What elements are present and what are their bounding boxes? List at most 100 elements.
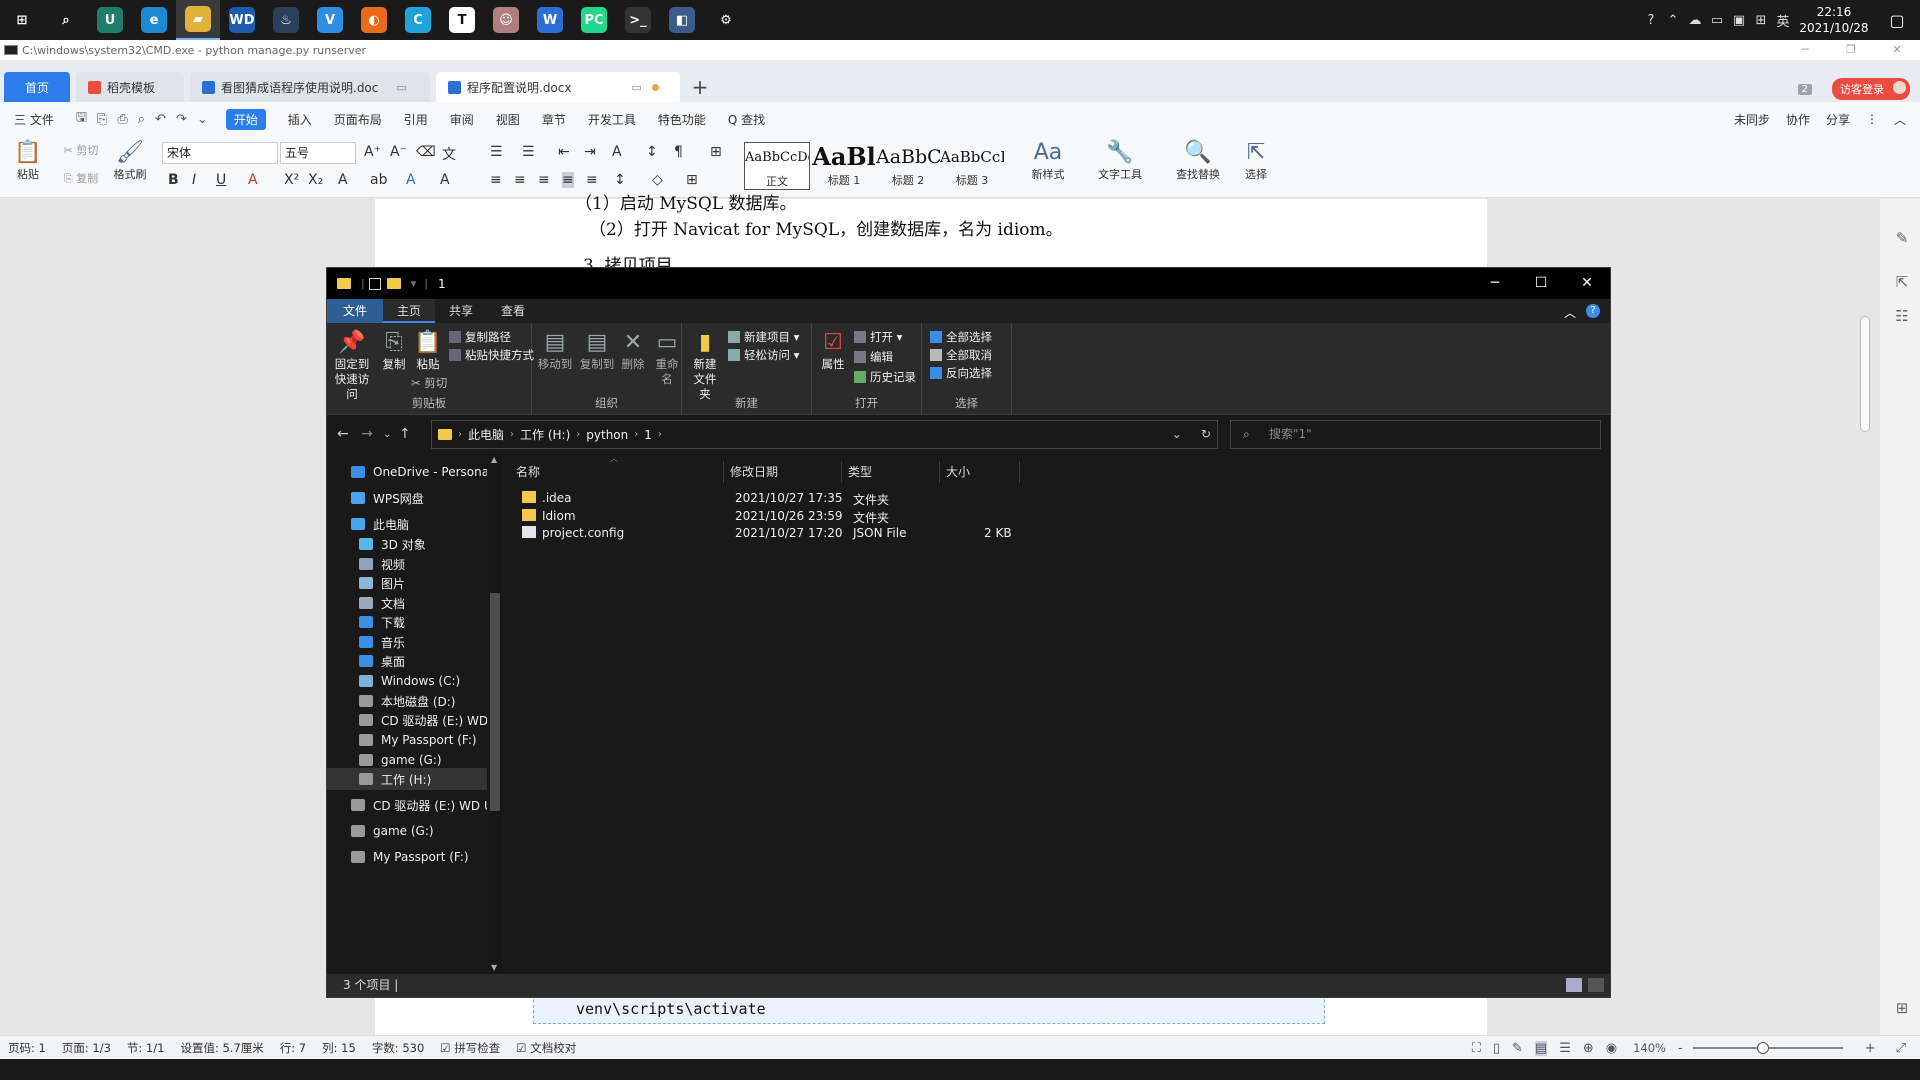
move-to-button[interactable]: ▤ 移动到 bbox=[536, 329, 574, 372]
export-icon[interactable]: ⎘ bbox=[97, 112, 107, 127]
clock[interactable]: 22:16 2021/10/28 bbox=[1794, 4, 1874, 36]
menu-file[interactable]: 三 文件 bbox=[14, 111, 54, 128]
collaborate-button[interactable]: 协作 bbox=[1786, 111, 1810, 128]
write-mode-icon[interactable]: ✎ bbox=[1512, 1041, 1523, 1056]
column-name[interactable]: 名称 bbox=[512, 461, 724, 483]
details-view-icon[interactable] bbox=[1566, 978, 1582, 992]
menu-dev-tools[interactable]: 开发工具 bbox=[588, 111, 636, 128]
scroll-up-icon[interactable]: ▲ bbox=[491, 455, 497, 464]
align-center-icon[interactable]: ≡ bbox=[514, 172, 526, 188]
tab-config-doc[interactable]: 程序配置说明.docx ▭ bbox=[436, 72, 680, 102]
borders-icon[interactable]: ⊞ bbox=[686, 172, 698, 188]
column-type[interactable]: 类型 bbox=[844, 461, 940, 483]
refresh-icon[interactable]: ↻ bbox=[1201, 427, 1211, 441]
decrease-indent-icon[interactable]: ⇤ bbox=[558, 144, 570, 160]
expand-ribbon-icon[interactable]: ︿ bbox=[1564, 304, 1576, 321]
share-button[interactable]: 分享 bbox=[1826, 111, 1850, 128]
copy-button[interactable]: ⎘ 复制 bbox=[379, 329, 409, 372]
cmd-window-title[interactable]: C:\windows\system32\CMD.exe - python man… bbox=[0, 40, 1920, 60]
tab-view[interactable]: 查看 bbox=[487, 299, 539, 323]
menu-review[interactable]: 审阅 bbox=[450, 111, 474, 128]
style-heading-2[interactable]: AaBbC 标题 2 bbox=[876, 142, 940, 190]
print-preview-icon[interactable]: ⌕ bbox=[138, 112, 145, 127]
menu-insert[interactable]: 插入 bbox=[288, 111, 312, 128]
strikethrough-icon[interactable]: A bbox=[248, 172, 258, 188]
tab-home[interactable]: 主页 bbox=[383, 299, 436, 323]
column-size[interactable]: 大小 bbox=[942, 461, 1020, 483]
increase-indent-icon[interactable]: ⇥ bbox=[584, 144, 596, 160]
explorer-title-bar[interactable]: | ▾ | 1 ─ ☐ ✕ bbox=[327, 268, 1610, 299]
file-row[interactable]: project.config 2021/10/27 17:20 JSON File 2… bbox=[502, 524, 1610, 544]
filter-settings-icon[interactable]: ☷ bbox=[1892, 307, 1912, 327]
web-view-icon[interactable]: ⊕ bbox=[1583, 1041, 1594, 1056]
properties-button[interactable]: ☑ 属性 bbox=[816, 329, 850, 372]
document-scrollbar-thumb[interactable] bbox=[1860, 316, 1870, 432]
select-none-button[interactable]: 全部取消 bbox=[930, 347, 992, 363]
font-name-select[interactable]: 宋体 bbox=[162, 142, 278, 164]
read-mode-icon[interactable]: ▯ bbox=[1493, 1041, 1500, 1056]
grid-icon[interactable]: ⊞ bbox=[1892, 999, 1912, 1019]
monitor-icon[interactable]: ▭ bbox=[396, 81, 406, 94]
redo-icon[interactable]: ↷ bbox=[176, 112, 187, 127]
help-icon[interactable]: ? bbox=[1640, 13, 1662, 28]
battery-icon[interactable]: ▭ bbox=[1706, 13, 1728, 28]
minimize-icon[interactable]: ─ bbox=[1782, 40, 1828, 60]
style-normal[interactable]: AaBbCcDd 正文 bbox=[744, 142, 810, 190]
cut-button[interactable]: ✂ 剪切 bbox=[56, 142, 106, 158]
scroll-down-icon[interactable]: ▼ bbox=[491, 963, 497, 972]
help-icon[interactable]: ? bbox=[1586, 304, 1600, 318]
zoom-level[interactable]: 140% bbox=[1633, 1041, 1666, 1055]
breadcrumb-this-pc[interactable]: 此电脑 bbox=[468, 426, 504, 443]
tab-count-badge[interactable]: 2 bbox=[1797, 83, 1812, 95]
chevron-down-icon[interactable]: ⌄ bbox=[1172, 427, 1182, 441]
pin-quick-access-button[interactable]: 📌 固定到快速访问 bbox=[331, 329, 373, 402]
nav-item[interactable]: WPS网盘 bbox=[327, 487, 487, 509]
text-effect-icon[interactable]: A bbox=[338, 172, 348, 188]
justify-icon[interactable]: ≡ bbox=[562, 172, 574, 188]
maximize-icon[interactable]: ☐ bbox=[1518, 268, 1564, 299]
network-icon[interactable]: ▣ bbox=[1728, 13, 1750, 28]
v-app-taskbar-icon[interactable]: V bbox=[308, 0, 352, 40]
restore-icon[interactable]: ❐ bbox=[1828, 40, 1874, 60]
paste-button[interactable]: 📋 粘贴 bbox=[413, 329, 443, 372]
page-view-icon[interactable]: ▤ bbox=[1534, 1040, 1548, 1056]
new-tab-button[interactable]: + bbox=[686, 72, 714, 102]
steam-taskbar-icon[interactable]: ♨ bbox=[264, 0, 308, 40]
search-taskbar-icon[interactable]: ⌕ bbox=[44, 0, 88, 40]
align-right-icon[interactable]: ≡ bbox=[538, 172, 550, 188]
eye-protect-icon[interactable]: ◉ bbox=[1606, 1041, 1617, 1056]
history-button[interactable]: 历史记录 bbox=[854, 369, 916, 385]
pycharm-taskbar-icon[interactable]: PC bbox=[572, 0, 616, 40]
zoom-slider-knob[interactable] bbox=[1757, 1042, 1770, 1054]
file-explorer-window[interactable]: | ▾ | 1 ─ ☐ ✕ 文件 主页 共享 查看 ︿ ? 📌 固定到快速访问 … bbox=[326, 267, 1611, 998]
style-heading-3[interactable]: AaBbCcI 标题 3 bbox=[940, 142, 1004, 190]
menu-find[interactable]: Q 查找 bbox=[728, 111, 765, 128]
grow-font-icon[interactable]: A⁺ bbox=[364, 144, 381, 160]
app-u-taskbar-icon[interactable]: U bbox=[88, 0, 132, 40]
close-icon[interactable]: ✕ bbox=[1874, 40, 1920, 60]
back-arrow-icon[interactable]: ← bbox=[337, 426, 349, 442]
style-heading-1[interactable]: AaBl 标题 1 bbox=[812, 142, 876, 190]
table-border-icon[interactable]: ⊞ bbox=[710, 144, 722, 160]
speaker-icon[interactable]: ⊞ bbox=[1750, 13, 1772, 28]
tab-file[interactable]: 文件 bbox=[327, 299, 384, 323]
tab-docer[interactable]: 稻壳模板 bbox=[76, 72, 184, 102]
cmd-taskbar-icon[interactable]: >_ bbox=[616, 0, 660, 40]
nav-item[interactable]: 工作 (H:) bbox=[327, 768, 487, 790]
nav-item[interactable]: Windows (C:) bbox=[327, 670, 487, 692]
print-icon[interactable]: ⎙ bbox=[117, 112, 127, 127]
column-date-modified[interactable]: 修改日期 bbox=[726, 461, 842, 483]
distributed-icon[interactable]: ≡ bbox=[586, 172, 598, 188]
new-folder-button[interactable]: ▮ 新建文件夹 bbox=[686, 329, 724, 402]
nav-item[interactable]: 此电脑 bbox=[327, 513, 487, 535]
shrink-font-icon[interactable]: A⁻ bbox=[390, 144, 407, 160]
highlight-icon[interactable]: ab bbox=[370, 172, 387, 188]
copy-to-button[interactable]: ▤ 复制到 bbox=[578, 329, 616, 372]
breadcrumb-1[interactable]: 1 bbox=[644, 428, 652, 442]
bullet-list-icon[interactable]: ☰ bbox=[490, 144, 503, 160]
spell-check-toggle[interactable]: ☑ 拼写检查 bbox=[440, 1040, 500, 1056]
customize-icon[interactable]: ⌄ bbox=[197, 112, 208, 127]
text-direction-icon[interactable]: A bbox=[612, 144, 622, 160]
nav-item[interactable]: CD 驱动器 (E:) WD bbox=[327, 709, 487, 731]
ime-indicator[interactable]: 英 bbox=[1772, 11, 1794, 30]
